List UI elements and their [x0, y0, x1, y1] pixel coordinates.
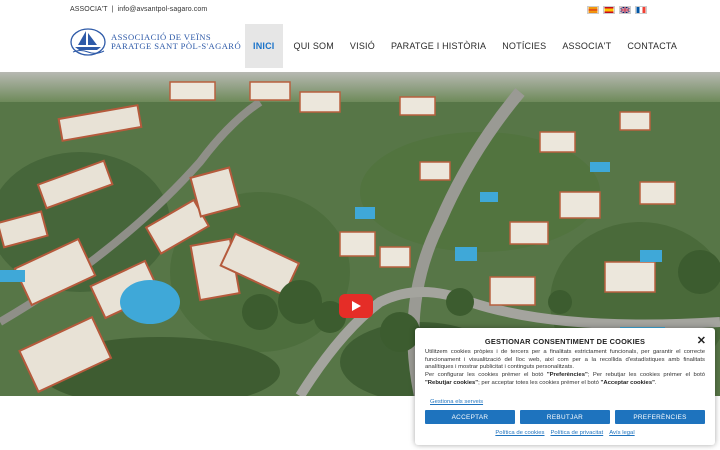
logo-line-2: PARATGE SANT PÒL-S'AGARÓ: [111, 41, 242, 51]
cookie-consent-dialog: GESTIONAR CONSENTIMENT DE COOKIES ✕ Util…: [415, 328, 715, 445]
reject-button[interactable]: REBUTJAR: [520, 410, 610, 424]
spanish-flag-icon[interactable]: [603, 6, 615, 14]
close-icon[interactable]: ✕: [697, 334, 706, 347]
play-triangle-icon: [352, 301, 361, 311]
cookie-dialog-body: Utilitzem cookies pròpies i de tercers p…: [425, 349, 705, 388]
site-logo[interactable]: ASSOCIACIÓ DE VEÏNS PARATGE SANT PÒL-S'A…: [70, 26, 241, 58]
nav-item-visio[interactable]: VISIÓ: [342, 24, 383, 68]
french-flag-icon[interactable]: [635, 6, 647, 14]
top-bar-text: ASSOCIA'T | info@avsantpol-sagaro.com: [70, 6, 207, 13]
nav-item-associat[interactable]: ASSOCIA'T: [554, 24, 619, 68]
site-header: ASSOCIACIÓ DE VEÏNS PARATGE SANT PÒL-S'A…: [0, 22, 720, 72]
language-selector: [587, 6, 647, 14]
nav-item-contacta[interactable]: CONTACTA: [619, 24, 685, 68]
cookie-paragraph-2-part-b: "Preferències": [546, 372, 588, 379]
sailboat-logo-icon: [70, 28, 106, 56]
legal-notice-link[interactable]: Avís legal: [609, 430, 634, 436]
nav-item-qui-som[interactable]: QUI SOM: [286, 24, 342, 68]
nav-item-paratge-i-historia[interactable]: PARATGE I HISTÒRIA: [383, 24, 494, 68]
manage-services-link[interactable]: Gestiona els serveis: [430, 399, 483, 405]
preferences-button[interactable]: PREFERÈNCIES: [615, 410, 705, 424]
top-bar: ASSOCIA'T | info@avsantpol-sagaro.com: [0, 0, 720, 22]
email-link[interactable]: info@avsantpol-sagaro.com: [118, 6, 208, 13]
cookie-paragraph-2-part-e: ; per acceptar totes les cookies prémer …: [478, 379, 601, 386]
logo-text: ASSOCIACIÓ DE VEÏNS PARATGE SANT PÒL-S'A…: [111, 33, 241, 51]
cookie-paragraph-1: Utilitzem cookies pròpies i de tercers p…: [425, 349, 705, 371]
cookie-policy-links: Política de cookies Política de privacit…: [415, 430, 715, 436]
main-nav: INICI QUI SOM VISIÓ PARATGE I HISTÒRIA N…: [245, 24, 685, 68]
cookie-paragraph-2-part-a: Per configurar les cookies prémer el bot…: [425, 372, 547, 379]
cookie-policy-link[interactable]: Política de cookies: [495, 430, 544, 436]
catalan-flag-icon[interactable]: [587, 6, 599, 14]
cookie-paragraph-2-part-d: "Rebutjar cookies": [425, 379, 479, 386]
cookie-paragraph-2-part-g: .: [654, 379, 657, 386]
separator: |: [111, 6, 114, 13]
accept-button[interactable]: ACCEPTAR: [425, 410, 515, 424]
youtube-play-icon[interactable]: [339, 294, 373, 318]
nav-item-noticies[interactable]: NOTÍCIES: [494, 24, 554, 68]
cookie-paragraph-2-part-f: "Acceptar cookies": [600, 379, 655, 386]
nav-item-inici[interactable]: INICI: [245, 24, 283, 68]
cookie-dialog-title: GESTIONAR CONSENTIMENT DE COOKIES: [484, 337, 646, 346]
cookie-buttons: ACCEPTAR REBUTJAR PREFERÈNCIES: [425, 410, 705, 424]
associat-link[interactable]: ASSOCIA'T: [70, 6, 108, 13]
privacy-policy-link[interactable]: Política de privacitat: [550, 430, 603, 436]
cookie-paragraph-2: Per configurar les cookies prémer el bot…: [425, 372, 705, 387]
cookie-paragraph-2-part-c: ; Per rebutjar les cookies prémer el bot…: [587, 372, 705, 379]
uk-flag-icon[interactable]: [619, 6, 631, 14]
